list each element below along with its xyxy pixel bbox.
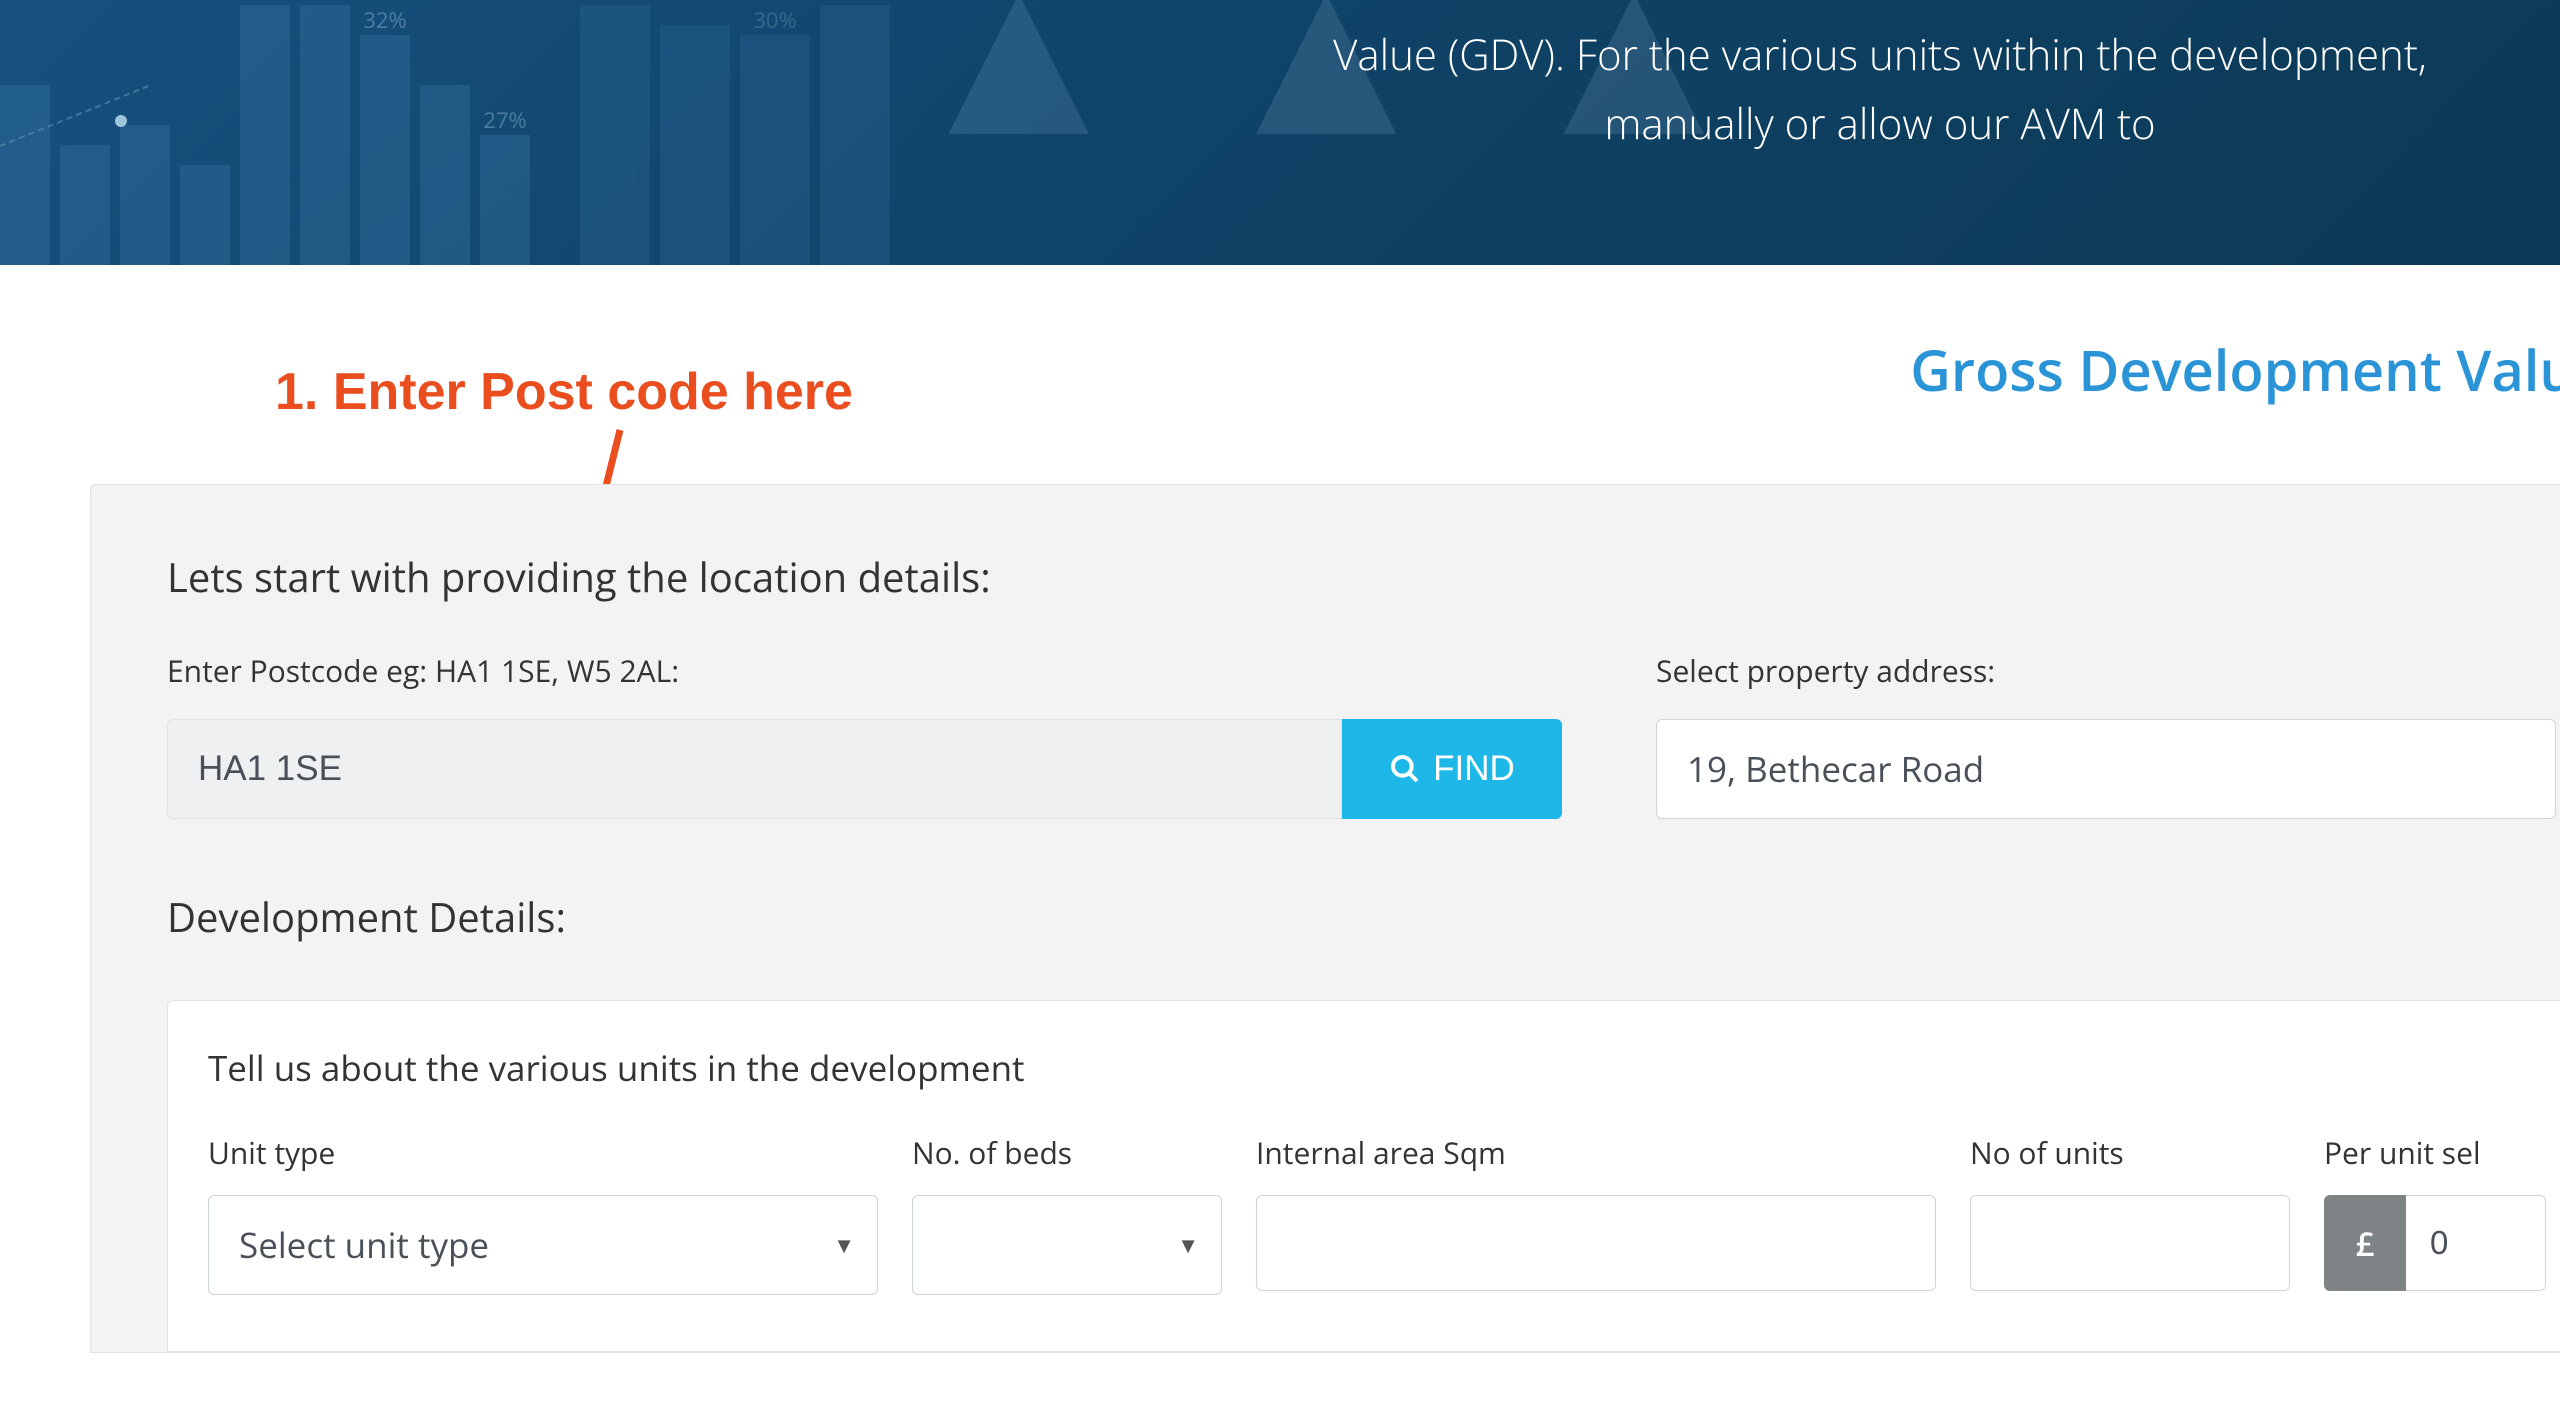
address-group: Select property address: 19, Bethecar Ro…: [1656, 650, 2556, 819]
area-label: Internal area Sqm: [1256, 1132, 1936, 1173]
postcode-input[interactable]: [167, 719, 1342, 819]
find-button-label: FIND: [1433, 749, 1515, 789]
price-label: Per unit sel: [2324, 1132, 2560, 1173]
price-input[interactable]: [2406, 1195, 2546, 1291]
beds-select[interactable]: ▼: [912, 1195, 1222, 1295]
decor-pct: 22%: [833, 0, 876, 5]
address-select[interactable]: 19, Bethecar Road: [1656, 719, 2556, 819]
chevron-down-icon: ▼: [1177, 1230, 1199, 1260]
decor-pct: 27%: [483, 105, 526, 135]
beds-label: No. of beds: [912, 1132, 1222, 1173]
unit-type-label: Unit type: [208, 1132, 878, 1173]
units-panel: Tell us about the various units in the d…: [167, 1000, 2560, 1352]
decor-pct: 32%: [363, 5, 406, 35]
hero-bars-decor-2: 30% 22%: [580, 5, 890, 265]
hero-dot-decor: [115, 115, 127, 127]
hero-description: Value (GDV). For the various units withi…: [1190, 20, 2560, 159]
find-button[interactable]: FIND: [1342, 719, 1562, 819]
decor-pct: 30%: [753, 5, 796, 35]
form-panel: Lets start with providing the location d…: [90, 484, 2560, 1353]
chevron-down-icon: ▼: [833, 1230, 855, 1260]
currency-prefix: £: [2324, 1195, 2406, 1291]
development-heading: Development Details:: [167, 889, 2560, 944]
annotation-step-1: 1. Enter Post code here: [275, 362, 853, 422]
address-label: Select property address:: [1656, 650, 2556, 691]
unit-type-select[interactable]: Select unit type ▼: [208, 1195, 878, 1295]
unit-type-placeholder: Select unit type: [239, 1222, 489, 1269]
postcode-label: Enter Postcode eg: HA1 1SE, W5 2AL:: [167, 650, 1562, 691]
location-heading: Lets start with providing the location d…: [167, 549, 2560, 604]
page-title: Gross Development Valu: [1910, 332, 2560, 408]
postcode-group: Enter Postcode eg: HA1 1SE, W5 2AL: FIND: [167, 650, 1562, 819]
units-subheading: Tell us about the various units in the d…: [208, 1045, 2560, 1092]
search-icon: [1389, 753, 1421, 785]
area-input[interactable]: [1256, 1195, 1936, 1291]
units-count-label: No of units: [1970, 1132, 2290, 1173]
units-count-input[interactable]: [1970, 1195, 2290, 1291]
address-value: 19, Bethecar Road: [1687, 746, 1984, 793]
hero-bars-decor: 32% 27%: [0, 5, 530, 265]
hero-banner: 32% 27% 30% 22% ▲▲▲ Value (GDV). For the…: [0, 0, 2560, 265]
